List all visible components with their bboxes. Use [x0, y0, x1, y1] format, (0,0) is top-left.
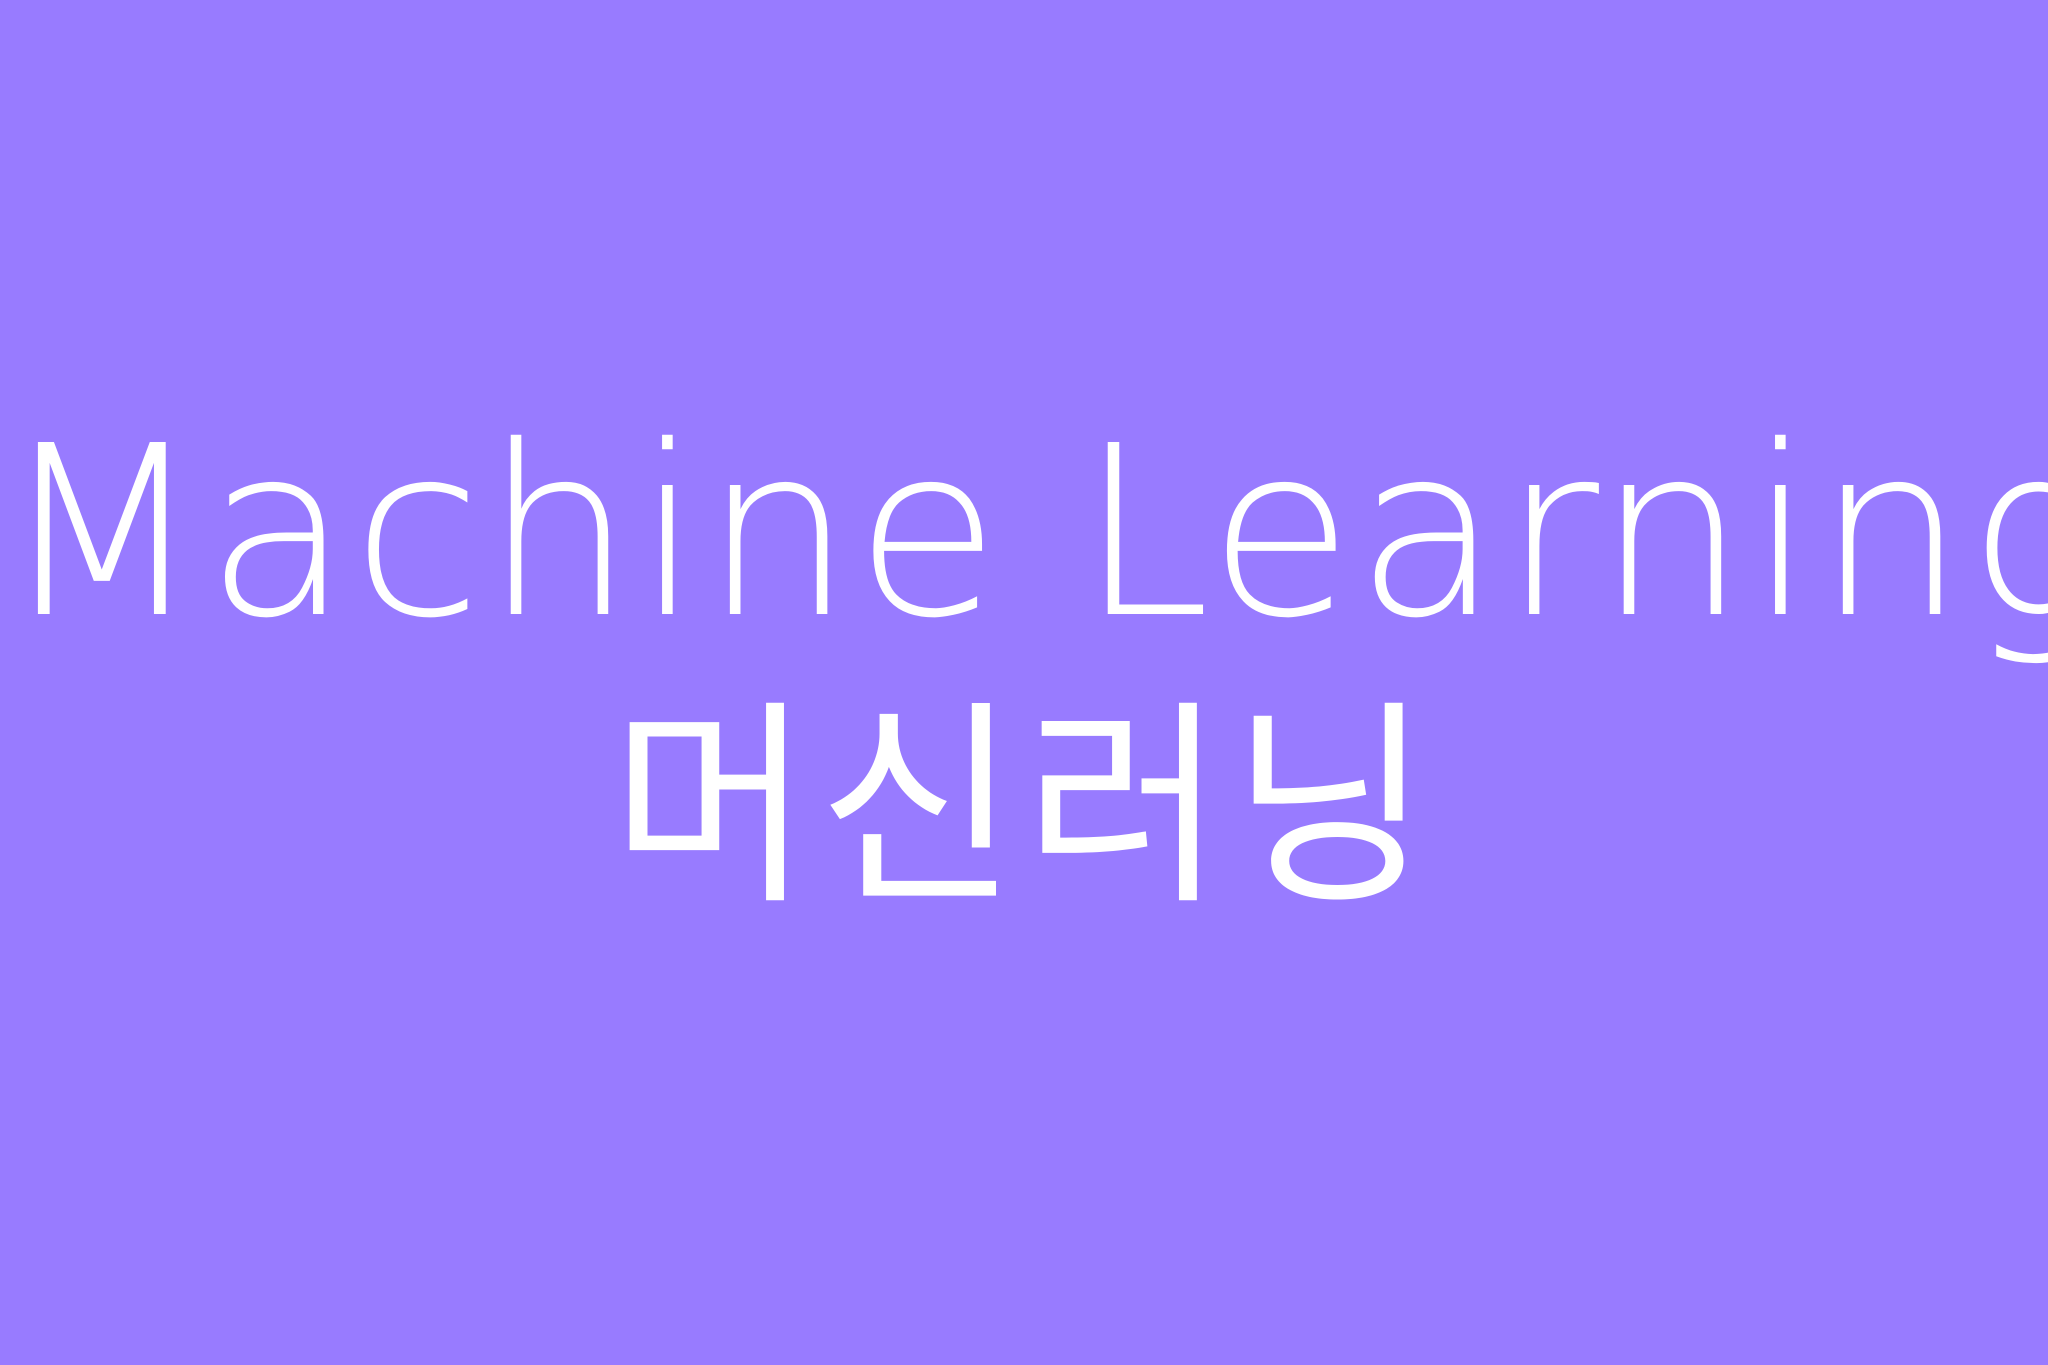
english-title: Machine Learning — [0, 395, 2048, 670]
korean-title: 머신러닝 — [610, 682, 1438, 935]
title-card: Machine Learning 머신러닝 — [0, 0, 2048, 1365]
